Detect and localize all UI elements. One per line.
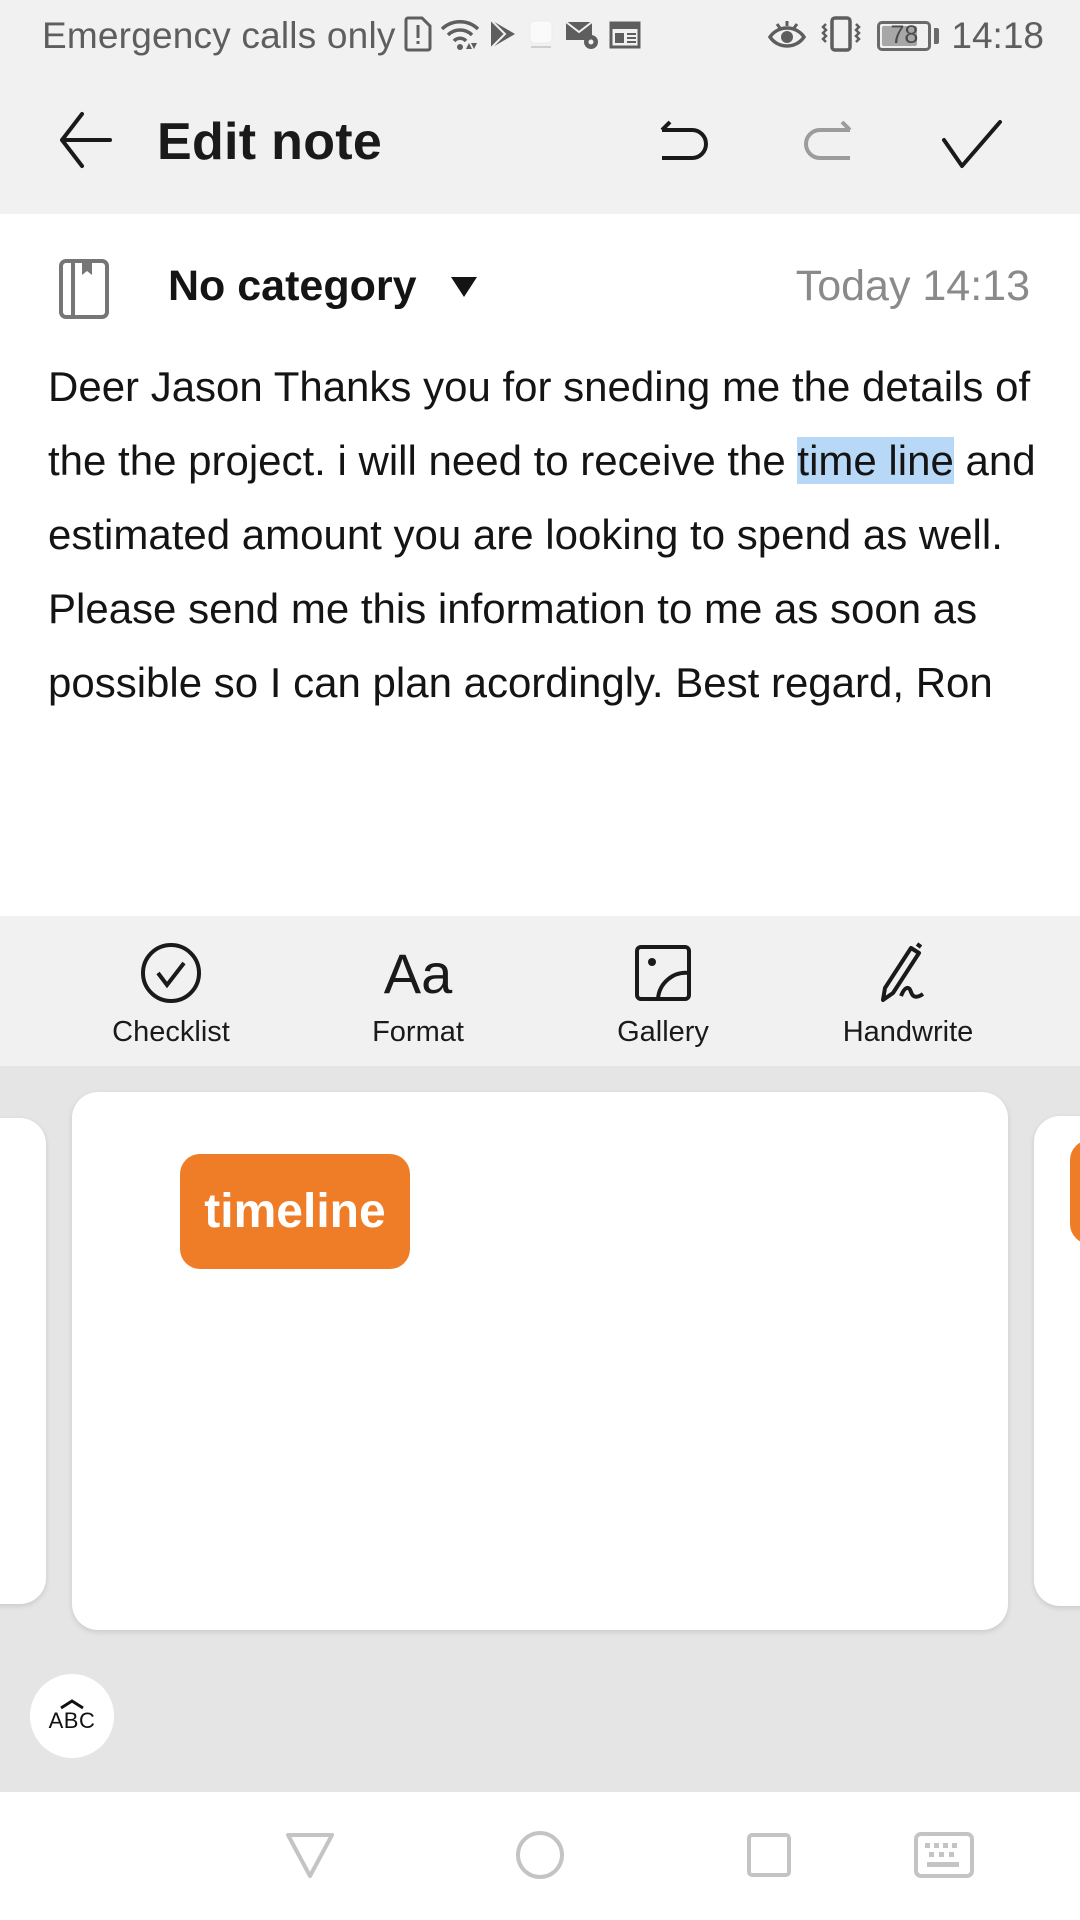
nav-back-button[interactable] [270, 1822, 350, 1888]
mail-settings-icon [564, 18, 600, 55]
news-icon [608, 18, 642, 55]
abc-label: ABC [48, 1708, 96, 1733]
play-store-icon [488, 18, 518, 55]
gallery-button[interactable]: Gallery [563, 916, 763, 1066]
editor-toolbar: Checklist Aa Format Gallery Handwrite [0, 916, 1080, 1066]
redo-icon [804, 120, 852, 160]
wifi-icon [440, 17, 480, 56]
battery-icon: 78 [877, 21, 932, 51]
home-circle-icon [516, 1831, 564, 1879]
battery-tip [934, 28, 940, 44]
app-notification-icon [526, 17, 556, 56]
page-title: Edit note [157, 113, 383, 171]
checklist-label: Checklist [112, 1016, 230, 1048]
status-left: Emergency calls only [42, 0, 642, 72]
eye-comfort-icon [767, 17, 807, 56]
status-right: 78 14:18 [767, 0, 1044, 72]
suggestion-card-next[interactable] [1034, 1116, 1080, 1606]
sim-alert-icon [404, 16, 432, 57]
nav-home-button[interactable] [500, 1822, 580, 1888]
abc-keyboard-button[interactable]: ABC [30, 1674, 114, 1758]
note-meta-row: No category Today 14:13 [0, 214, 1080, 344]
checkmark-icon [942, 120, 1002, 168]
format-label: Format [372, 1016, 464, 1048]
suggestion-card[interactable]: timeline [72, 1092, 1008, 1630]
selected-text[interactable]: time line [797, 437, 954, 484]
battery-level: 78 [890, 21, 919, 49]
checklist-button[interactable]: Checklist [71, 916, 271, 1066]
arrow-left-icon [60, 112, 112, 168]
carrier-text: Emergency calls only [42, 15, 396, 56]
gallery-label: Gallery [617, 1016, 709, 1048]
suggestion-card-previous[interactable] [0, 1118, 46, 1604]
back-button[interactable] [44, 100, 124, 180]
nav-keyboard-button[interactable] [904, 1822, 984, 1888]
keyboard-icon [914, 1832, 974, 1878]
gallery-icon [635, 945, 691, 1001]
handwrite-icon [881, 942, 925, 1002]
handwrite-label: Handwrite [842, 1016, 974, 1048]
status-bar: Emergency calls only 78 14:18 [0, 0, 1080, 72]
format-button[interactable]: Aa Format [318, 916, 518, 1066]
caret-down-icon [450, 276, 477, 297]
suggestion-sticker[interactable]: timeline [180, 1154, 410, 1269]
sticker-peek [1070, 1140, 1080, 1244]
nav-recents-button[interactable] [729, 1822, 809, 1888]
system-nav-bar [0, 1792, 1080, 1920]
note-timestamp: Today 14:13 [795, 262, 1030, 310]
category-dropdown[interactable]: No category [168, 262, 477, 311]
handwrite-button[interactable]: Handwrite [808, 916, 1008, 1066]
save-button[interactable] [932, 104, 1012, 184]
category-label: No category [168, 262, 417, 310]
undo-button[interactable] [644, 104, 724, 184]
notebook-icon [58, 258, 110, 325]
app-header: Edit note [0, 72, 1080, 214]
redo-button[interactable] [788, 104, 868, 184]
back-triangle-icon [286, 1833, 334, 1878]
suggestion-panel: timeline ABC [0, 1066, 1080, 1792]
recents-square-icon [747, 1833, 791, 1877]
vibrate-icon [819, 15, 863, 57]
note-text-editor[interactable]: Deer Jason Thanks you for sneding me the… [48, 350, 1048, 720]
checklist-icon [141, 943, 201, 1003]
clock: 14:18 [951, 15, 1044, 56]
undo-icon [660, 120, 708, 160]
format-text-icon: Aa [383, 941, 453, 1005]
